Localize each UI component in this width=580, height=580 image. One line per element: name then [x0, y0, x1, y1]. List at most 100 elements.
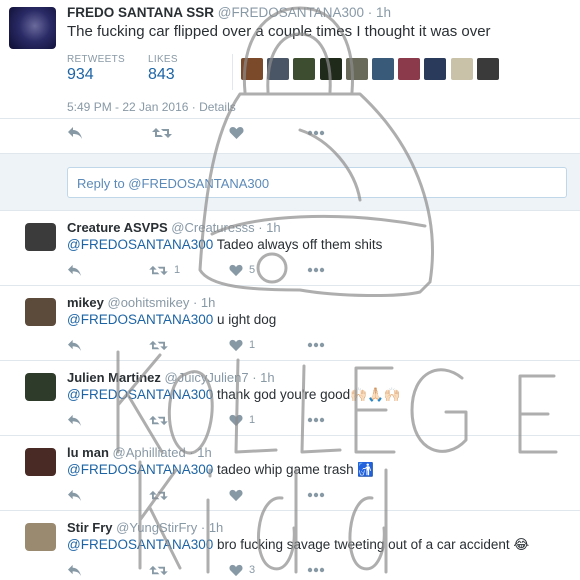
reply-actions: 3: [67, 561, 367, 579]
retweet-count: 1: [174, 264, 181, 276]
reply-avatar[interactable]: [25, 223, 56, 251]
liker-avatar[interactable]: [476, 58, 499, 80]
tweet-age: · 1h: [367, 5, 392, 20]
heart-icon: [229, 264, 243, 276]
likes-count[interactable]: 843: [148, 66, 175, 84]
like-button[interactable]: 5: [229, 261, 255, 279]
more-button[interactable]: [307, 261, 325, 279]
reply-avatar[interactable]: [25, 523, 56, 551]
retweets-count[interactable]: 934: [67, 66, 94, 84]
reply-author-handle[interactable]: @Creaturesss: [171, 220, 254, 235]
more-button[interactable]: [307, 124, 325, 142]
reply-body: tadeo whip game trash 🚮: [213, 462, 375, 477]
tweet-timestamp[interactable]: 5:49 PM - 22 Jan 2016 · Details: [67, 100, 236, 114]
retweet-button[interactable]: [149, 411, 174, 429]
reply-input[interactable]: Reply to @FREDOSANTANA300: [67, 167, 567, 198]
retweet-button[interactable]: [152, 124, 172, 142]
reply-author-handle[interactable]: @YungStirFry: [116, 520, 197, 535]
retweet-button[interactable]: [149, 561, 174, 579]
reply-button[interactable]: [67, 261, 82, 279]
like-button[interactable]: [229, 486, 249, 504]
reply-avatar[interactable]: [25, 373, 56, 401]
reply-button[interactable]: [67, 486, 82, 504]
like-button[interactable]: 1: [229, 411, 255, 429]
liker-avatar[interactable]: [371, 58, 394, 80]
reply-mention[interactable]: @FREDOSANTANA300: [67, 237, 213, 252]
retweet-button[interactable]: 1: [149, 261, 180, 279]
liker-avatar[interactable]: [267, 58, 290, 80]
like-button[interactable]: 1: [229, 336, 255, 354]
reply-avatar[interactable]: [25, 298, 56, 326]
liker-avatar[interactable]: [293, 58, 316, 80]
reply-mention[interactable]: @FREDOSANTANA300: [67, 387, 213, 402]
author-avatar[interactable]: [9, 7, 56, 49]
more-button[interactable]: [307, 336, 325, 354]
reply-actions: 1: [67, 411, 367, 429]
reply-author-handle[interactable]: @oohitsmikey: [108, 295, 190, 310]
reply-actions: [67, 486, 367, 504]
reply-body: u ight dog: [213, 312, 277, 327]
retweet-icon: [149, 565, 168, 575]
reply-tweet[interactable]: Stir Fry @YungStirFry · 1h @FREDOSANTANA3…: [0, 511, 580, 580]
reply-avatar[interactable]: [25, 448, 56, 476]
more-icon: [307, 267, 325, 273]
reply-text: @FREDOSANTANA300 Tadeo always off them s…: [67, 237, 382, 252]
like-button[interactable]: 3: [229, 561, 255, 579]
reply-header: mikey @oohitsmikey · 1h: [67, 295, 215, 310]
reply-mention[interactable]: @FREDOSANTANA300: [67, 462, 213, 477]
heart-icon: [229, 414, 243, 426]
reply-tweet[interactable]: lu man @Aphilliated · 1h @FREDOSANTANA300…: [0, 436, 580, 511]
more-button[interactable]: [307, 486, 325, 504]
main-tweet: FREDO SANTANA SSR @FREDOSANTANA300 · 1h …: [0, 0, 580, 153]
reply-composer: Reply to @FREDOSANTANA300: [0, 153, 580, 211]
liker-avatar[interactable]: [450, 58, 473, 80]
more-button[interactable]: [307, 561, 325, 579]
retweet-button[interactable]: [149, 336, 174, 354]
reply-author-name[interactable]: Julien Martinez: [67, 370, 161, 385]
reply-tweet[interactable]: Creature ASVPS @Creaturesss · 1h @FREDOSA…: [0, 211, 580, 286]
reply-body: thank god you're good🙌🏻🙏🏻🙌🏻: [213, 387, 401, 402]
reply-author-name[interactable]: Creature ASVPS: [67, 220, 168, 235]
reply-body: Tadeo always off them shits: [213, 237, 383, 252]
reply-button[interactable]: [67, 411, 82, 429]
heart-icon: [229, 127, 244, 139]
more-button[interactable]: [307, 411, 325, 429]
retweets-label: RETWEETS: [67, 54, 125, 65]
retweet-icon: [152, 128, 172, 138]
reply-author-name[interactable]: mikey: [67, 295, 104, 310]
reply-author-handle[interactable]: @Aphilliated: [113, 445, 186, 460]
reply-button[interactable]: [67, 336, 82, 354]
reply-icon: [68, 264, 81, 276]
author-handle[interactable]: @FREDOSANTANA300: [218, 5, 364, 20]
reply-mention[interactable]: @FREDOSANTANA300: [67, 537, 213, 552]
liker-avatars: [241, 58, 503, 80]
like-count: 5: [249, 264, 256, 276]
liker-avatar[interactable]: [319, 58, 342, 80]
reply-mention[interactable]: @FREDOSANTANA300: [67, 312, 213, 327]
reply-tweet[interactable]: Julien Martinez @JuicyJulien7 · 1h @FREDO…: [0, 361, 580, 436]
author-name[interactable]: FREDO SANTANA SSR: [67, 5, 214, 20]
like-count: 1: [249, 414, 256, 426]
reply-header: Creature ASVPS @Creaturesss · 1h: [67, 220, 281, 235]
reply-icon: [68, 414, 81, 426]
more-icon: [307, 342, 325, 348]
retweet-icon: [149, 490, 168, 500]
liker-avatar[interactable]: [424, 58, 447, 80]
like-button[interactable]: [229, 124, 244, 142]
liker-avatar[interactable]: [345, 58, 368, 80]
main-tweet-header: FREDO SANTANA SSR @FREDOSANTANA300 · 1h: [67, 5, 391, 20]
reply-tweet[interactable]: mikey @oohitsmikey · 1h @FREDOSANTANA300 …: [0, 286, 580, 361]
reply-author-name[interactable]: Stir Fry: [67, 520, 113, 535]
liker-avatar[interactable]: [241, 58, 263, 80]
heart-icon: [229, 339, 243, 351]
reply-author-handle[interactable]: @JuicyJulien7: [165, 370, 249, 385]
retweet-button[interactable]: [149, 486, 174, 504]
liker-avatar[interactable]: [398, 58, 421, 80]
likes-label: LIKES: [148, 54, 178, 65]
tweet-stats: RETWEETS 934 LIKES 843: [67, 54, 580, 90]
reply-author-name[interactable]: lu man: [67, 445, 109, 460]
reply-button[interactable]: [67, 124, 83, 142]
like-count: 1: [249, 339, 256, 351]
reply-button[interactable]: [67, 561, 82, 579]
reply-text: @FREDOSANTANA300 u ight dog: [67, 312, 276, 327]
